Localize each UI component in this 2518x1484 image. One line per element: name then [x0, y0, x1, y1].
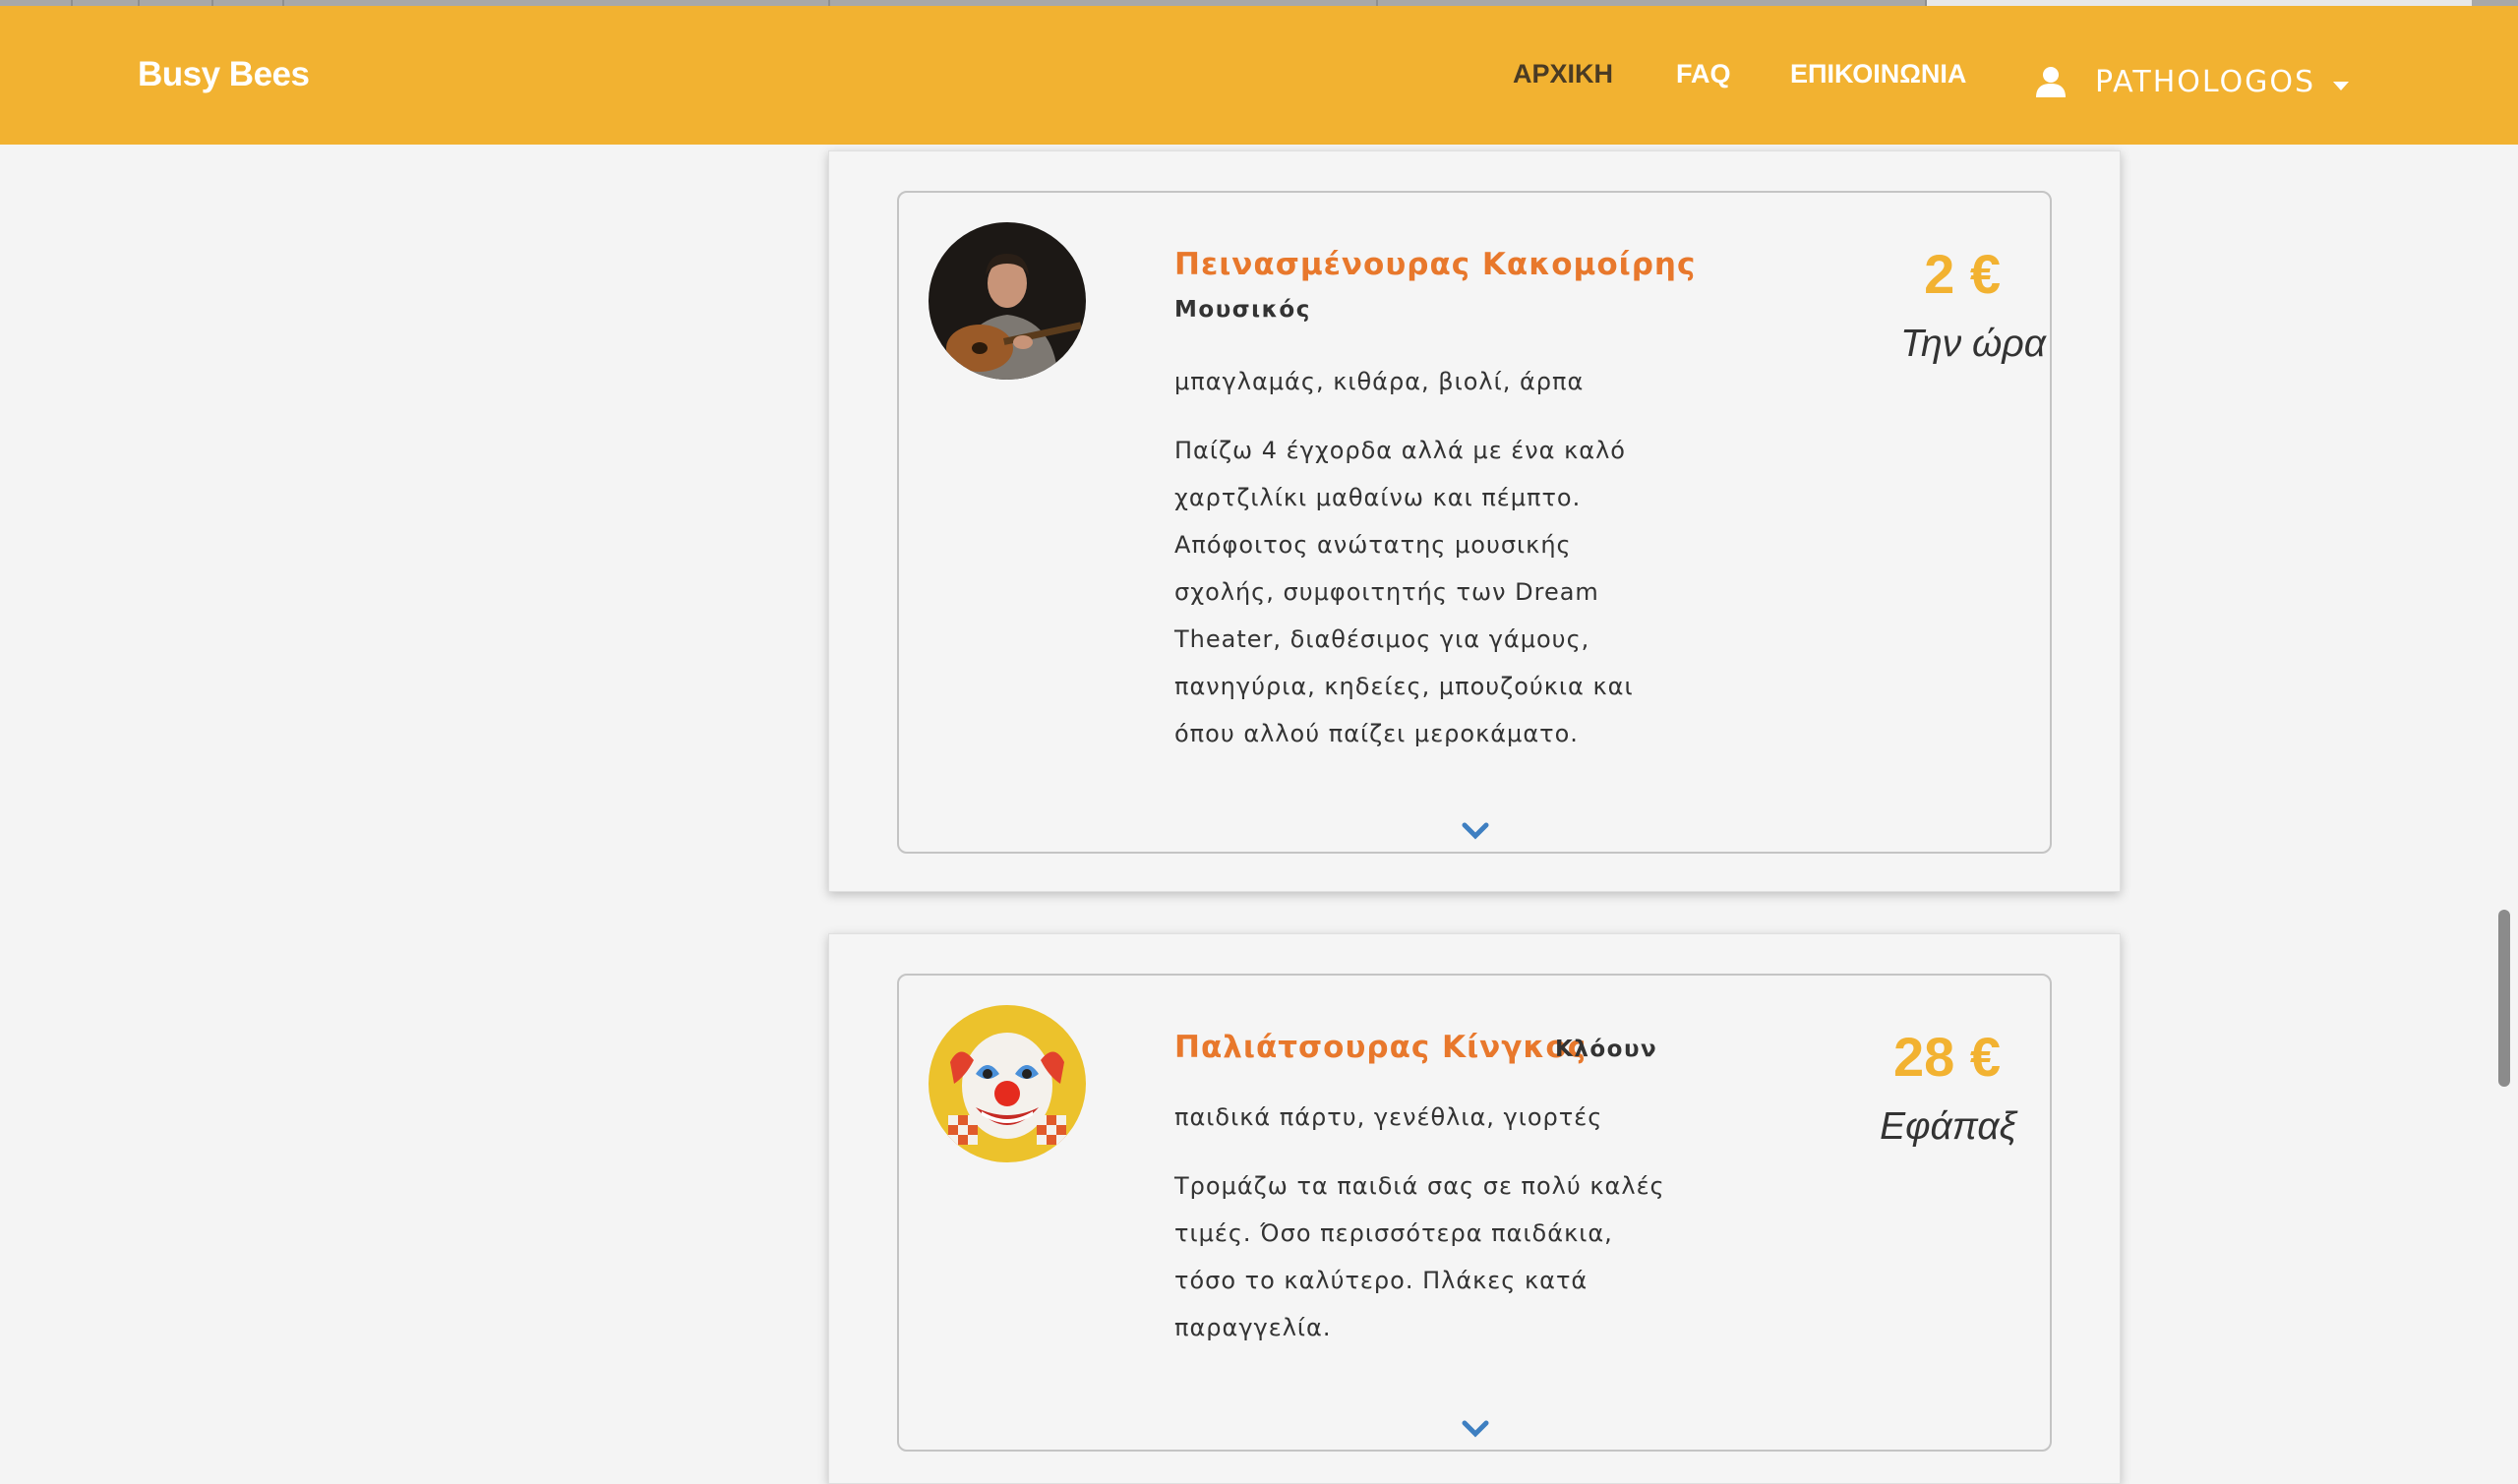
description-line: Τρομάζω τα παιδιά σας σε πολύ καλές [1174, 1172, 1665, 1200]
profile-price: 2 € [1924, 243, 2001, 305]
profile-card: Πεινασμένουρας Κακομοίρης Μουσικός μπαγλ… [828, 150, 2121, 892]
profile-price: 28 € [1893, 1026, 2001, 1088]
description-line: τιμές. Όσο περισσότερα παιδάκια, [1174, 1219, 1613, 1247]
brand-logo[interactable]: Busy Bees [138, 55, 310, 94]
description-line: σχολής, συμφοιτητής των Dream [1174, 578, 1599, 606]
description-line: τόσο το καλύτερο. Πλάκες κατά [1174, 1267, 1589, 1294]
profile-card-inner: Παλιάτσουρας Κίνγκος Κλόουν παιδικά πάρτ… [897, 974, 2052, 1452]
profile-card-inner: Πεινασμένουρας Κακομοίρης Μουσικός μπαγλ… [897, 191, 2052, 854]
profile-role: Μουσικός [1174, 297, 1311, 323]
description-line: χαρτζιλίκι μαθαίνω και πέμπτο. [1174, 484, 1582, 511]
description-line: πανηγύρια, κηδείες, μπουζούκια και [1174, 673, 1634, 700]
profile-name[interactable]: Πεινασμένουρας Κακομοίρης [1174, 247, 1696, 282]
profile-role: Κλόουν [1555, 1037, 1658, 1062]
description-line: παραγγελία. [1174, 1314, 1332, 1341]
description-line: Theater, διαθέσιμος για γάμους, [1174, 625, 1590, 653]
nav-contact-link[interactable]: ΕΠΙΚΟΙΝΩΝΙΑ [1790, 59, 1966, 89]
nav-home-link[interactable]: ΑΡΧΙΚΗ [1513, 59, 1613, 89]
user-icon[interactable] [2034, 65, 2068, 98]
description-line: Απόφοιτος ανώτατης μουσικής [1174, 531, 1572, 559]
profile-tags: μπαγλαμάς, κιθάρα, βιολί, άρπα [1174, 368, 1585, 395]
user-menu-label[interactable]: PATHOLOGOS [2095, 65, 2315, 99]
profile-description: Παίζω 4 έγχορδα αλλά με ένα καλό χαρτζιλ… [1174, 427, 1686, 757]
clown-avatar [929, 1005, 1086, 1162]
guitarist-avatar [929, 222, 1086, 380]
chevron-down-icon[interactable] [2333, 82, 2349, 90]
profile-name[interactable]: Παλιάτσουρας Κίνγκος [1174, 1030, 1587, 1065]
profile-card: Παλιάτσουρας Κίνγκος Κλόουν παιδικά πάρτ… [828, 933, 2121, 1484]
profile-description: Τρομάζω τα παιδιά σας σε πολύ καλές τιμέ… [1174, 1162, 1725, 1351]
profile-price-unit: Εφάπαξ [1880, 1105, 2016, 1148]
chevron-down-icon[interactable] [1462, 822, 1489, 840]
chevron-down-icon[interactable] [1462, 1420, 1489, 1438]
profile-price-unit: Την ώρα [1900, 323, 2046, 365]
page-scrollbar-thumb[interactable] [2498, 910, 2510, 1087]
description-line: Παίζω 4 έγχορδα αλλά με ένα καλό [1174, 437, 1626, 464]
top-navbar: Busy Bees ΑΡΧΙΚΗ FAQ ΕΠΙΚΟΙΝΩΝΙΑ PATHOLO… [0, 6, 2518, 145]
description-line: όπου αλλού παίζει μεροκάματο. [1174, 720, 1579, 747]
nav-faq-link[interactable]: FAQ [1676, 59, 1731, 89]
profile-tags: παιδικά πάρτυ, γενέθλια, γιορτές [1174, 1103, 1603, 1131]
